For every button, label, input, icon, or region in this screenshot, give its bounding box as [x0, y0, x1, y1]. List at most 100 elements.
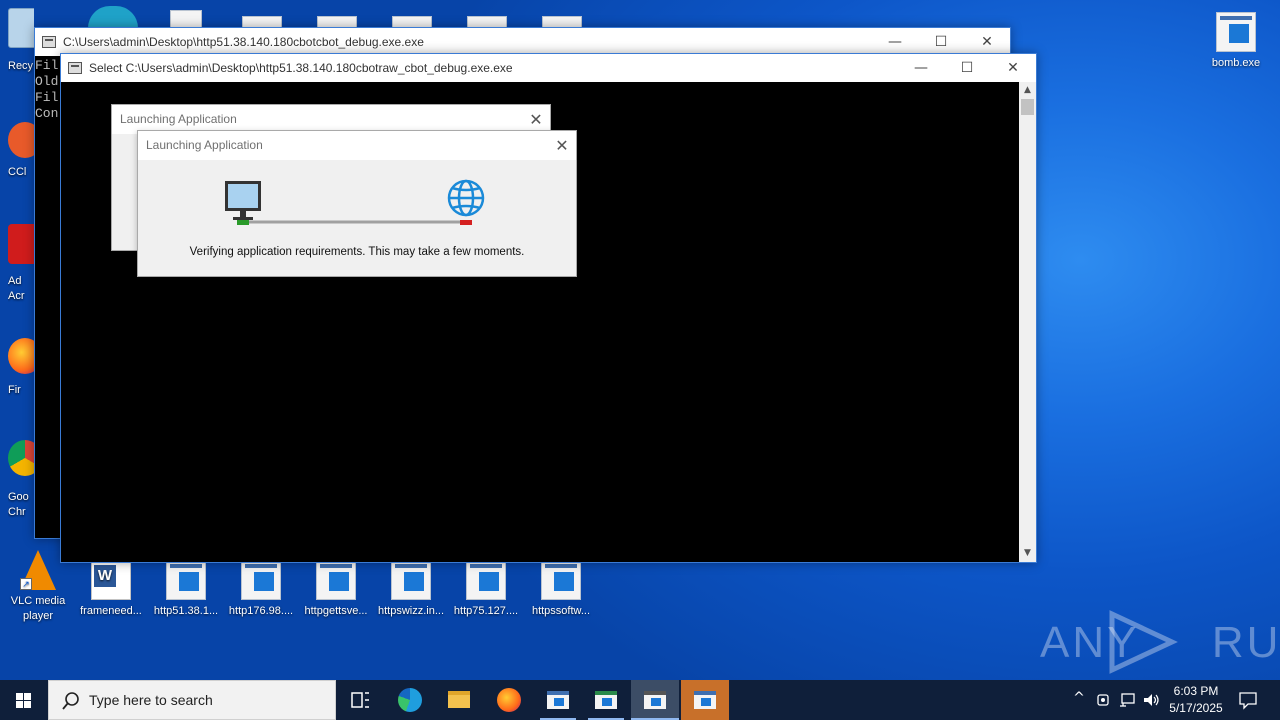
ccleaner-icon	[8, 122, 34, 158]
desktop-icon-label: Fir	[8, 384, 21, 396]
launching-dialog[interactable]: Launching Application ✕ Verifying applic…	[137, 130, 577, 277]
window-title: Select C:\Users\admin\Desktop\http51.38.…	[89, 61, 513, 75]
globe-icon	[447, 179, 485, 217]
taskbar-app-1[interactable]	[534, 680, 582, 720]
scroll-up-arrow-icon[interactable]: ▲	[1019, 82, 1036, 99]
executable-icon	[541, 560, 581, 600]
clock-date: 5/17/2025	[1169, 701, 1223, 715]
dialog-title: Launching Application	[146, 138, 263, 152]
link-status-green	[237, 220, 249, 225]
link-status-red	[460, 220, 472, 225]
desktop-icon-label: http51.38.1...	[153, 605, 219, 617]
taskbar-app-2[interactable]	[582, 680, 630, 720]
desktop-icon-httpssoftw[interactable]: httpssoftw...	[523, 560, 599, 619]
desktop-icon-top-edge[interactable]	[88, 6, 138, 28]
edge-icon	[398, 688, 422, 712]
desktop-icon-frameneed[interactable]: frameneed...	[73, 560, 149, 619]
desktop-icon-label: httpgettsve...	[304, 605, 368, 617]
dialog-title: Launching Application	[120, 112, 237, 126]
executable-icon	[1216, 12, 1256, 52]
desktop-icon-label: Goo Chr	[8, 491, 29, 518]
minimize-button[interactable]: —	[898, 54, 944, 82]
network-icon[interactable]	[1118, 691, 1136, 709]
console-app-icon	[42, 36, 56, 48]
computer-icon	[225, 181, 261, 220]
desktop-icon-httpswizz[interactable]: httpswizz.in...	[373, 560, 449, 619]
taskbar: Type here to search ^ 6:03 PM 5/17/2025	[0, 680, 1280, 720]
document-icon-top[interactable]	[170, 10, 202, 28]
desktop-icon-httpgettsve[interactable]: httpgettsve...	[298, 560, 374, 619]
maximize-button[interactable]: ☐	[918, 28, 964, 56]
chrome-icon	[8, 440, 34, 476]
desktop-icon-recycle-bin[interactable]: Recy	[8, 8, 34, 118]
clock[interactable]: 6:03 PM 5/17/2025	[1164, 683, 1228, 717]
desktop-icon-chrome[interactable]: Goo Chr	[8, 440, 34, 550]
console-app-icon	[68, 62, 82, 74]
firefox-icon	[497, 688, 521, 712]
search-placeholder: Type here to search	[89, 692, 213, 708]
search-icon	[62, 692, 79, 710]
clock-time: 6:03 PM	[1173, 684, 1219, 698]
windows-logo-icon	[16, 693, 31, 708]
title-bar[interactable]: C:\Users\admin\Desktop\http51.38.140.180…	[35, 28, 1010, 56]
close-button[interactable]: ✕	[964, 28, 1010, 56]
vlc-cone-icon: ↗	[20, 550, 56, 590]
desktop-icon-http176[interactable]: http176.98....	[223, 560, 299, 619]
shortcut-arrow-icon: ↗	[20, 578, 32, 590]
desktop-icon-firefox[interactable]: Fir	[8, 338, 34, 448]
task-view-icon	[351, 692, 369, 708]
task-view-button[interactable]	[336, 680, 384, 720]
folder-icon	[448, 691, 470, 708]
taskbar-search[interactable]: Type here to search	[48, 680, 336, 720]
scroll-down-arrow-icon[interactable]: ▼	[1019, 545, 1036, 562]
desktop-icon-ccleaner[interactable]: CCl	[8, 122, 34, 232]
app-window-icon	[595, 691, 617, 709]
desktop-icon-bomb-exe[interactable]: bomb.exe	[1198, 12, 1274, 71]
desktop-icon-label: http75.127....	[453, 605, 519, 617]
desktop-icon-label: Ad Acr	[8, 275, 25, 302]
executable-icon	[241, 560, 281, 600]
close-button[interactable]: ✕	[990, 54, 1036, 82]
scrollbar-thumb[interactable]	[1021, 99, 1034, 115]
taskbar-edge[interactable]	[386, 680, 434, 720]
watermark-text: ANY RUN	[1040, 618, 1280, 667]
app-window-icon	[644, 691, 666, 709]
desktop-icon-label: httpswizz.in...	[377, 605, 445, 617]
firefox-icon	[8, 338, 34, 374]
taskbar-firefox[interactable]	[485, 680, 533, 720]
taskbar-app-3-active[interactable]	[631, 680, 679, 720]
recycle-bin-icon	[8, 8, 34, 48]
start-button[interactable]	[0, 680, 48, 720]
volume-icon[interactable]	[1142, 691, 1160, 709]
maximize-button[interactable]: ☐	[944, 54, 990, 82]
desktop-icon-http51[interactable]: http51.38.1...	[148, 560, 224, 619]
taskbar-file-explorer[interactable]	[435, 680, 483, 720]
meet-now-icon[interactable]	[1096, 691, 1112, 709]
desktop-icon-label: Recy	[8, 60, 34, 72]
acrobat-icon	[8, 224, 34, 264]
anyrun-watermark: ANY RUN	[1040, 610, 1280, 674]
connection-graphic	[225, 179, 485, 225]
word-document-icon	[91, 560, 131, 600]
vertical-scrollbar[interactable]: ▲ ▼	[1019, 82, 1036, 562]
minimize-button[interactable]: —	[872, 28, 918, 56]
taskbar-app-4-flashing[interactable]	[681, 680, 729, 720]
show-hidden-icons-chevron-icon[interactable]: ^	[1070, 690, 1088, 706]
desktop-icon-label: httpssoftw...	[531, 605, 591, 617]
executable-icon	[316, 560, 356, 600]
executable-icon	[391, 560, 431, 600]
app-window-icon	[694, 691, 716, 709]
executable-icon	[166, 560, 206, 600]
window-title: C:\Users\admin\Desktop\http51.38.140.180…	[63, 35, 424, 49]
title-bar[interactable]: Select C:\Users\admin\Desktop\http51.38.…	[61, 54, 1036, 82]
desktop-icon-http75[interactable]: http75.127....	[448, 560, 524, 619]
desktop-icon-label: http176.98....	[228, 605, 294, 617]
dialog-message: Verifying application requirements. This…	[189, 246, 525, 258]
desktop-icon-label: CCl	[8, 166, 27, 178]
dialog-title-bar[interactable]: Launching Application ✕	[138, 131, 576, 160]
desktop-icon-acrobat[interactable]: Ad Acr	[8, 224, 34, 334]
executable-icon	[466, 560, 506, 600]
close-icon[interactable]: ✕	[554, 131, 570, 160]
desktop-icon-label: bomb.exe	[1211, 57, 1261, 69]
notifications-icon[interactable]	[1238, 690, 1258, 710]
